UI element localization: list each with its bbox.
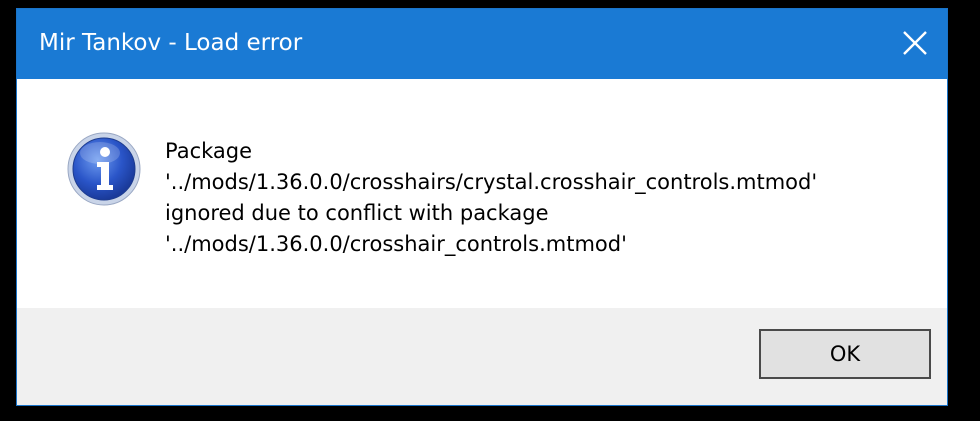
message-line: '../mods/1.36.0.0/crosshair_controls.mtm… xyxy=(165,232,627,256)
message-line: '../mods/1.36.0.0/crosshairs/crystal.cro… xyxy=(165,170,818,194)
error-message: Package '../mods/1.36.0.0/crosshairs/cry… xyxy=(165,136,817,260)
info-icon xyxy=(67,132,141,206)
load-error-dialog: Mir Tankov - Load error Package '../mods… xyxy=(16,8,948,406)
ok-button[interactable]: OK xyxy=(759,329,931,379)
window-title: Mir Tankov - Load error xyxy=(39,30,303,56)
close-button[interactable] xyxy=(883,9,947,79)
message-line: Package xyxy=(165,139,253,163)
button-bar: OK xyxy=(17,308,947,405)
close-icon xyxy=(903,31,927,55)
dialog-content: Package '../mods/1.36.0.0/crosshairs/cry… xyxy=(17,79,947,308)
title-bar[interactable]: Mir Tankov - Load error xyxy=(17,9,947,79)
message-line: ignored due to conflict with package xyxy=(165,201,549,225)
